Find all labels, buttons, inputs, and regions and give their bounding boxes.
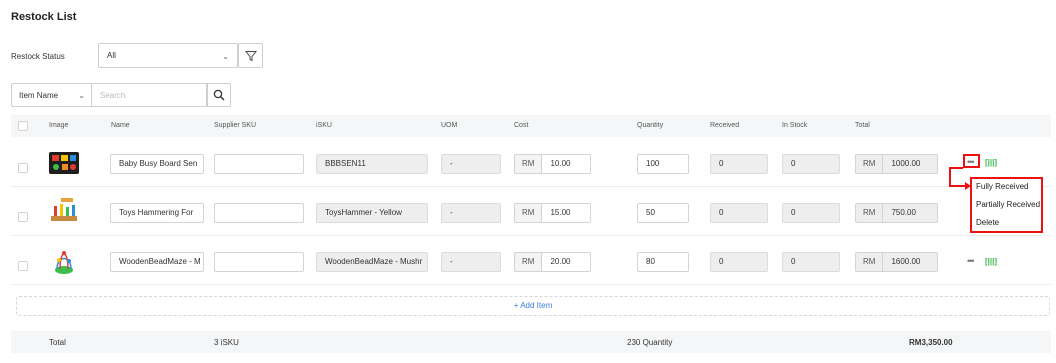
col-uom: UOM: [441, 122, 458, 129]
barcode-icon[interactable]: [|||]: [985, 257, 997, 266]
col-isku: iSKU: [316, 122, 332, 129]
supplier-sku-field[interactable]: [214, 154, 304, 174]
col-cost: Cost: [514, 122, 529, 129]
footer-quantity: 230 Quantity: [627, 338, 673, 347]
row-checkbox[interactable]: [18, 163, 28, 173]
in-stock-field: 0: [782, 252, 840, 272]
currency-prefix: RM: [514, 154, 542, 174]
isku-field: ToysHammer - Yellow: [316, 203, 428, 223]
supplier-sku-field[interactable]: [214, 203, 304, 223]
currency-prefix: RM: [855, 203, 883, 223]
col-name: Name: [111, 122, 130, 129]
footer-total-label: Total: [49, 338, 66, 347]
table-header: Image Name Supplier SKU iSKU UOM Cost Qu…: [11, 115, 1051, 137]
isku-field: WoodenBeadMaze - Mushr: [316, 252, 428, 272]
name-field[interactable]: Toys Hammering For: [110, 203, 204, 223]
total-value: 750.00: [882, 203, 939, 223]
filter-button[interactable]: [238, 43, 263, 68]
cost-value[interactable]: 15.00: [541, 203, 592, 223]
currency-prefix: RM: [514, 252, 542, 272]
quantity-field[interactable]: 100: [637, 154, 689, 174]
received-field: 0: [710, 154, 768, 174]
table-row: Toys Hammering For ToysHammer - Yellow -…: [11, 188, 1051, 236]
received-field: 0: [710, 252, 768, 272]
barcode-icon[interactable]: [|||]: [985, 158, 997, 167]
table-row: Baby Busy Board Sen BBBSEN11 - RM 10.00 …: [11, 139, 1051, 187]
currency-prefix: RM: [855, 252, 883, 272]
cost-field[interactable]: RM 10.00: [514, 154, 592, 174]
uom-field: -: [441, 154, 501, 174]
search-field-select[interactable]: Item Name ⌄: [11, 83, 91, 107]
in-stock-field: 0: [782, 203, 840, 223]
restock-status-value: All: [107, 51, 116, 60]
cost-field[interactable]: RM 15.00: [514, 203, 592, 223]
in-stock-field: 0: [782, 154, 840, 174]
menu-item-fully-received[interactable]: Fully Received: [976, 182, 1028, 191]
page-title: Restock List: [11, 11, 77, 23]
footer-grand-total: RM3,350.00: [909, 338, 953, 347]
total-value: 1000.00: [882, 154, 939, 174]
row-checkbox[interactable]: [18, 212, 28, 222]
supplier-sku-field[interactable]: [214, 252, 304, 272]
cost-value[interactable]: 20.00: [541, 252, 592, 272]
quantity-field[interactable]: 80: [637, 252, 689, 272]
product-image-busy-board: [49, 152, 79, 174]
col-in-stock: In Stock: [782, 122, 808, 129]
col-received: Received: [710, 122, 740, 129]
currency-prefix: RM: [514, 203, 542, 223]
col-image: Image: [49, 122, 69, 129]
chevron-down-icon: ⌄: [78, 91, 85, 100]
more-actions-icon[interactable]: •••: [967, 256, 975, 266]
total-value: 1600.00: [882, 252, 939, 272]
uom-field: -: [441, 252, 501, 272]
chevron-down-icon: ⌄: [222, 52, 229, 61]
row-actions-menu: Fully Received Partially Received Delete: [970, 177, 1043, 233]
col-quantity: Quantity: [637, 122, 664, 129]
quantity-field[interactable]: 50: [637, 203, 689, 223]
cost-field[interactable]: RM 20.00: [514, 252, 592, 272]
row-checkbox[interactable]: [18, 261, 28, 271]
table-footer: Total 3 iSKU 230 Quantity RM3,350.00: [11, 331, 1051, 353]
search-input[interactable]: [91, 83, 207, 107]
uom-field: -: [441, 203, 501, 223]
search-field-value: Item Name: [19, 91, 59, 100]
add-item-button[interactable]: + Add Item: [16, 296, 1050, 316]
total-field: RM 1600.00: [855, 252, 939, 272]
select-all-checkbox[interactable]: [18, 121, 28, 131]
col-supplier-sku: Supplier SKU: [214, 122, 257, 129]
search-button[interactable]: [207, 83, 231, 107]
menu-item-partially-received[interactable]: Partially Received: [976, 200, 1040, 209]
isku-field: BBBSEN11: [316, 154, 428, 174]
col-total: Total: [855, 122, 870, 129]
menu-item-delete[interactable]: Delete: [976, 218, 999, 227]
callout-arrow-icon: [949, 167, 971, 190]
restock-status-select[interactable]: All ⌄: [98, 43, 238, 68]
name-field[interactable]: WoodenBeadMaze - M: [110, 252, 204, 272]
filter-icon: [244, 50, 257, 61]
product-image-bead-maze: [55, 251, 73, 274]
restock-status-label: Restock Status: [11, 52, 65, 61]
search-icon: [213, 89, 225, 101]
total-field: RM 750.00: [855, 203, 939, 223]
total-field: RM 1000.00: [855, 154, 939, 174]
footer-isku-count: 3 iSKU: [214, 338, 239, 347]
table-row: WoodenBeadMaze - M WoodenBeadMaze - Mush…: [11, 237, 1051, 285]
currency-prefix: RM: [855, 154, 883, 174]
cost-value[interactable]: 10.00: [541, 154, 592, 174]
product-image-hammer-toy: [51, 198, 77, 221]
search-bar: Item Name ⌄: [11, 83, 231, 107]
received-field: 0: [710, 203, 768, 223]
name-field[interactable]: Baby Busy Board Sen: [110, 154, 204, 174]
